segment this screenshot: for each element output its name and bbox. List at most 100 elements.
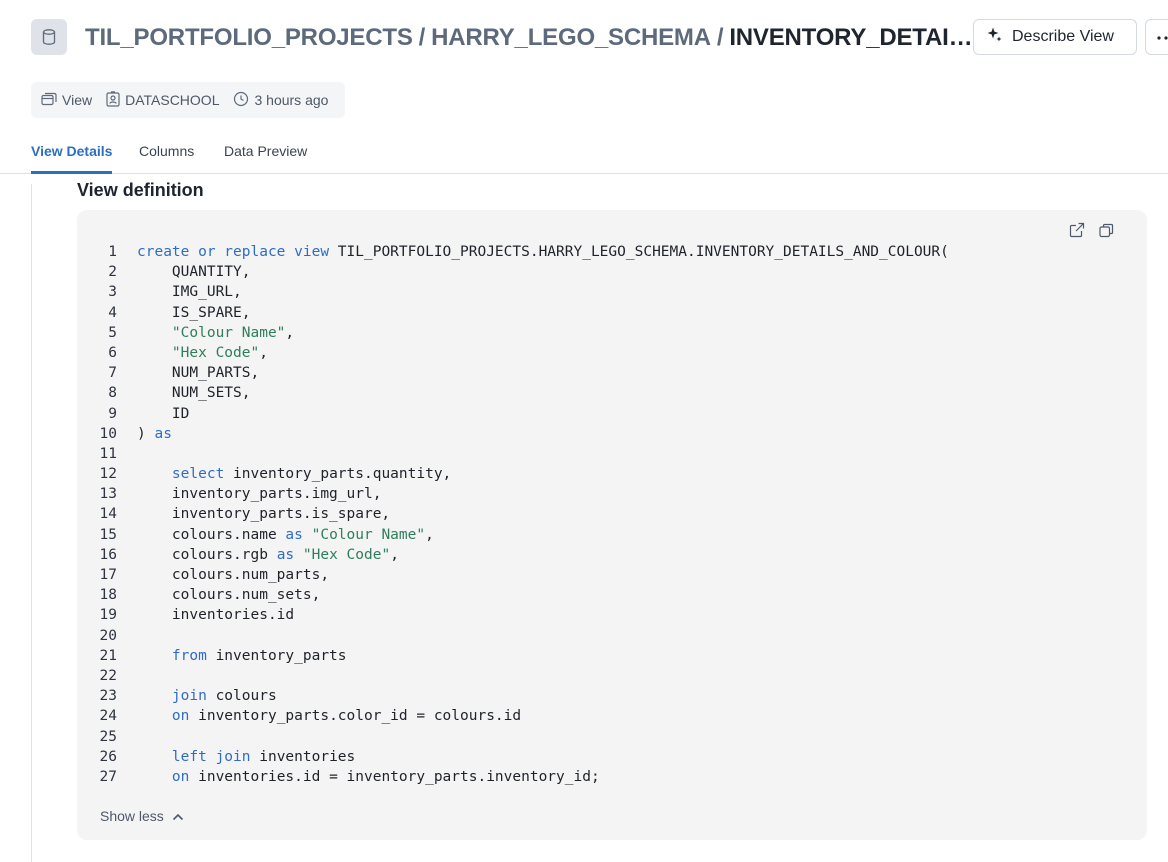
code-line: 24 on inventory_parts.color_id = colours… bbox=[77, 706, 1147, 726]
show-less-button[interactable]: Show less bbox=[100, 808, 184, 824]
sql-text: IMG_URL, bbox=[137, 284, 242, 301]
line-number: 16 bbox=[99, 546, 117, 563]
user-badge-icon bbox=[106, 90, 120, 110]
code-line: 16 colours.rgb as "Hex Code", bbox=[77, 545, 1147, 565]
line-number: 23 bbox=[99, 688, 117, 705]
sql-string: "Colour Name" bbox=[311, 526, 426, 543]
line-content: colours.name as "Colour Name", bbox=[117, 525, 434, 545]
sql-text: inventory_parts.color_id = colours.id bbox=[189, 708, 522, 725]
line-number: 11 bbox=[99, 445, 117, 462]
tab-bar: View Details Columns Data Preview bbox=[0, 130, 1168, 174]
code-block: 1 create or replace view TIL_PORTFOLIO_PR… bbox=[77, 210, 1147, 840]
sql-text: inventory_parts.is_spare, bbox=[137, 506, 391, 523]
sql-string: "Hex Code" bbox=[171, 344, 260, 361]
view-definition-title: View definition bbox=[77, 180, 204, 200]
line-number: 10 bbox=[99, 425, 117, 442]
line-content bbox=[117, 444, 137, 464]
code-line: 18 colours.num_sets, bbox=[77, 585, 1147, 605]
code-line: 19 inventories.id bbox=[77, 605, 1147, 625]
line-number: 8 bbox=[108, 385, 117, 402]
line-content bbox=[117, 666, 137, 686]
header: TIL_PORTFOLIO_PROJECTS / HARRY_LEGO_SCHEMA… bbox=[31, 19, 1168, 57]
copy-icon[interactable] bbox=[1096, 220, 1116, 240]
sql-text: colours.num_sets, bbox=[137, 587, 321, 604]
line-content: NUM_SETS, bbox=[117, 383, 251, 403]
sql-keyword: on bbox=[171, 768, 190, 785]
code-line: 21 from inventory_parts bbox=[77, 646, 1147, 666]
sql-string: "Colour Name" bbox=[171, 324, 286, 341]
line-number: 2 bbox=[108, 264, 117, 281]
line-number: 14 bbox=[99, 506, 117, 523]
open-external-icon[interactable] bbox=[1067, 220, 1087, 240]
line-content: ) as bbox=[117, 424, 172, 444]
line-content bbox=[117, 727, 137, 747]
code-line: 22 bbox=[77, 666, 1147, 686]
line-content: on inventories.id = inventory_parts.inve… bbox=[117, 767, 600, 787]
code-line: 23 join colours bbox=[77, 686, 1147, 706]
sql-text: NUM_SETS, bbox=[137, 385, 251, 402]
line-content: colours.num_sets, bbox=[117, 585, 320, 605]
code-line: 13 inventory_parts.img_url, bbox=[77, 484, 1147, 504]
line-content: inventory_parts.img_url, bbox=[117, 484, 382, 504]
sql-text: , bbox=[285, 324, 295, 341]
sql-text: colours.name bbox=[137, 526, 286, 543]
page-title: TIL_PORTFOLIO_PROJECTS / HARRY_LEGO_SCHEMA… bbox=[85, 24, 973, 52]
line-number: 20 bbox=[99, 627, 117, 644]
line-content: "Hex Code", bbox=[117, 343, 268, 363]
breadcrumb-schema[interactable]: HARRY_LEGO_SCHEMA bbox=[431, 24, 711, 51]
sql-keyword: as bbox=[285, 526, 303, 543]
describe-view-button[interactable]: Describe View bbox=[973, 19, 1137, 55]
sql-keyword: from bbox=[171, 647, 207, 664]
line-number: 3 bbox=[108, 284, 117, 301]
sql-string: "Hex Code" bbox=[302, 546, 391, 563]
sql-text: , bbox=[390, 546, 399, 563]
line-number: 17 bbox=[99, 567, 117, 583]
tab-view-details[interactable]: View Details bbox=[31, 143, 112, 159]
line-number: 7 bbox=[108, 365, 117, 382]
line-content: IS_SPARE, bbox=[117, 303, 251, 323]
code-line: 25 bbox=[77, 727, 1147, 747]
line-content: NUM_PARTS, bbox=[117, 363, 259, 383]
sql-text: IS_SPARE, bbox=[137, 304, 251, 321]
line-number: 5 bbox=[108, 324, 117, 341]
code-line: 14 inventory_parts.is_spare, bbox=[77, 504, 1147, 524]
line-number: 18 bbox=[99, 587, 117, 604]
line-content: join colours bbox=[117, 686, 277, 706]
tab-columns[interactable]: Columns bbox=[139, 143, 194, 159]
sql-keyword: as bbox=[276, 546, 295, 563]
more-actions-button[interactable] bbox=[1145, 19, 1168, 55]
line-number: 12 bbox=[99, 466, 117, 483]
breadcrumb-database[interactable]: TIL_PORTFOLIO_PROJECTS bbox=[85, 24, 413, 51]
clock-icon bbox=[233, 91, 249, 110]
sparkle-icon bbox=[986, 26, 1003, 48]
sql-code: 1 create or replace view TIL_PORTFOLIO_PR… bbox=[77, 242, 1147, 787]
breadcrumb-separator: / bbox=[418, 24, 426, 51]
meta-owner[interactable]: DATASCHOOL bbox=[106, 90, 219, 110]
content-divider bbox=[31, 184, 32, 862]
line-number: 19 bbox=[99, 607, 117, 624]
meta-updated: 3 hours ago bbox=[233, 91, 328, 110]
code-line: 5 "Colour Name", bbox=[77, 323, 1147, 343]
show-less-label: Show less bbox=[100, 808, 164, 824]
tab-data-preview[interactable]: Data Preview bbox=[224, 143, 307, 159]
line-content: colours.rgb as "Hex Code", bbox=[117, 545, 399, 565]
chevron-up-icon bbox=[172, 808, 184, 824]
code-line: 20 bbox=[77, 626, 1147, 646]
line-number: 9 bbox=[108, 405, 117, 422]
line-content: QUANTITY, bbox=[117, 262, 251, 282]
sql-keyword: select bbox=[171, 466, 225, 483]
line-number: 25 bbox=[99, 728, 117, 745]
object-meta-bar: View DATASCHOOL 3 hours ago bbox=[31, 82, 345, 118]
active-tab-indicator bbox=[31, 171, 112, 174]
breadcrumb-separator: / bbox=[716, 24, 724, 51]
code-line: 26 left join inventories bbox=[77, 747, 1147, 767]
line-content: "Colour Name", bbox=[117, 323, 294, 343]
sql-text: QUANTITY, bbox=[137, 264, 251, 281]
line-number: 15 bbox=[99, 526, 117, 543]
code-line: 7 NUM_PARTS, bbox=[77, 363, 1147, 383]
